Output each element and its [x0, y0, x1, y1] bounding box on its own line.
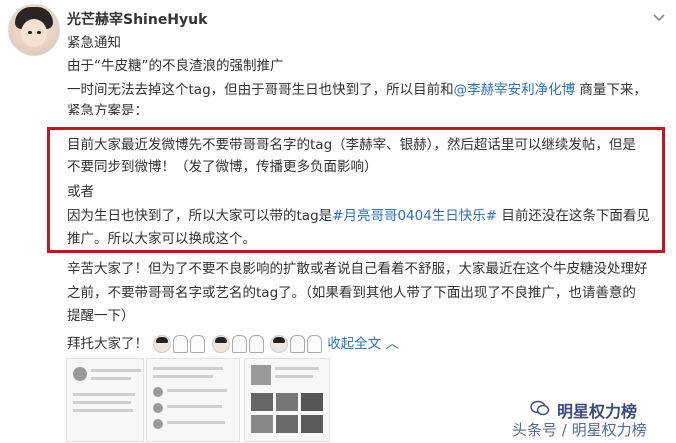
post-after-2: 之前，不要带哥哥名字或艺名的tag了。（如果看到其他人带了下面出现了不良推广，也…: [67, 285, 636, 301]
attached-image-3[interactable]: [244, 358, 330, 442]
emoji-icon: [269, 335, 288, 353]
avatar[interactable]: [8, 4, 60, 56]
box-line-4-text: 因为生日也快到了，所以大家可以带的tag是: [67, 208, 333, 224]
chevron-down-icon[interactable]: [650, 8, 668, 26]
emoji-icon: [211, 335, 230, 353]
attached-image-2[interactable]: [146, 358, 240, 442]
post-bye-line: 拜托大家了！ 收起全文 ︿: [67, 334, 399, 354]
box-line-3: 或者: [67, 184, 94, 200]
box-line-5: 推广。所以大家可以换成这个。: [67, 231, 256, 247]
emoji-icon: [153, 335, 172, 353]
bye-text: 拜托大家了！: [67, 336, 148, 352]
box-line-4: 因为生日也快到了，所以大家可以带的tag是#月亮哥哥0404生日快乐# 目前还没…: [67, 206, 650, 226]
post-line-3-tail: 商量下来，: [575, 82, 647, 98]
hashtag-link[interactable]: #月亮哥哥0404生日快乐#: [332, 208, 497, 224]
emoji-icon: [231, 335, 247, 353]
wechat-icon: [530, 400, 550, 416]
post-line-4: 紧急方案是：: [67, 103, 148, 115]
post-line-3: 一时间无法去掉这个tag，但由于哥哥生日也快到了，所以目前和@李赫宰安利净化博 …: [67, 80, 647, 100]
post-after-3: 提醒一下）: [67, 308, 135, 324]
emoji-icon: [289, 335, 305, 353]
post-line-3-text: 一时间无法去掉这个tag，但由于哥哥生日也快到了，所以目前和: [67, 82, 454, 98]
collapse-full-text-link[interactable]: 收起全文 ︿: [327, 336, 399, 352]
post-line-2: 由于“牛皮糖”的不良渣浪的强制推广: [67, 58, 284, 74]
emoji-icon: [190, 335, 206, 353]
highlight-box: 目前大家最近发微博先不要带哥哥名字的tag（李赫宰、银赫），然后超话里可以继续发…: [47, 127, 665, 253]
box-line-1: 目前大家最近发微博先不要带哥哥名字的tag（李赫宰、银赫），然后超话里可以继续发…: [67, 137, 636, 153]
emoji-icon: [248, 335, 264, 353]
watermark-source: 头条号 / 明星权力榜: [512, 421, 647, 439]
emoji-icon: [173, 335, 189, 353]
attached-image-1[interactable]: [66, 358, 144, 442]
box-line-2: 不要同步到微博！（发了微博，传播更多负面影响）: [67, 159, 378, 175]
emoji-icon: [306, 335, 322, 353]
username[interactable]: 光芒赫宰ShineHyuk: [67, 9, 207, 29]
post-line-1: 紧急通知: [67, 35, 121, 51]
mention-link[interactable]: @李赫宰安利净化博: [454, 82, 576, 98]
post-after-1: 辛苦大家了！但为了不要不良影响的扩散或者说自己看着不舒服，大家最近在这个牛皮糖没…: [67, 261, 648, 277]
box-line-4-tail: 目前还没在这条下面看见: [497, 208, 650, 224]
